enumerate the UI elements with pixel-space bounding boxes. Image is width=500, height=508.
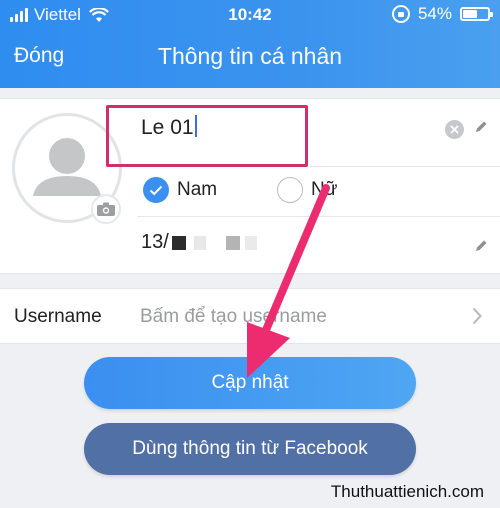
page-title: Thông tin cá nhân bbox=[157, 43, 343, 69]
battery-icon bbox=[460, 7, 493, 21]
name-highlight-box bbox=[106, 105, 308, 167]
redacted-block bbox=[193, 235, 206, 250]
rotation-lock-icon bbox=[391, 5, 410, 23]
camera-icon bbox=[97, 202, 115, 216]
redacted-block bbox=[245, 235, 258, 250]
clear-icon[interactable] bbox=[445, 120, 464, 139]
battery-percent: 54% bbox=[417, 4, 452, 23]
username-label: Username bbox=[14, 306, 102, 327]
chevron-right-icon bbox=[472, 307, 482, 325]
pencil-icon[interactable] bbox=[474, 120, 488, 134]
header-bar: Viettel 10:42 54% Đóng Thông tin cá nhân bbox=[0, 0, 500, 88]
redacted-block bbox=[225, 235, 240, 250]
status-bar: Viettel 10:42 54% bbox=[0, 0, 500, 30]
dob-value: 13/ bbox=[141, 231, 169, 253]
camera-button[interactable] bbox=[91, 194, 121, 224]
gender-label-male: Nam bbox=[177, 179, 218, 200]
redacted-block bbox=[172, 235, 187, 250]
username-row[interactable]: Username Bấm để tạo username bbox=[0, 288, 500, 344]
update-button[interactable]: Cập nhật bbox=[84, 357, 416, 409]
username-placeholder: Bấm để tạo username bbox=[140, 306, 327, 327]
dob-row[interactable]: 13/ bbox=[137, 217, 500, 273]
gender-option-male[interactable]: Nam bbox=[143, 177, 217, 203]
radio-checked bbox=[143, 177, 169, 203]
facebook-info-button[interactable]: Dùng thông tin từ Facebook bbox=[84, 423, 416, 475]
gender-option-female[interactable]: Nữ bbox=[277, 177, 337, 203]
gender-label-female: Nữ bbox=[311, 179, 338, 200]
checkmark-icon bbox=[149, 185, 163, 195]
status-right: 54% bbox=[391, 4, 493, 24]
watermark: Thuthuattienich.com bbox=[330, 482, 484, 501]
dob-field: 13/ bbox=[141, 231, 258, 254]
gender-row: Nam Nữ bbox=[137, 167, 500, 217]
pencil-icon[interactable] bbox=[474, 239, 488, 253]
radio-unchecked bbox=[277, 177, 303, 203]
